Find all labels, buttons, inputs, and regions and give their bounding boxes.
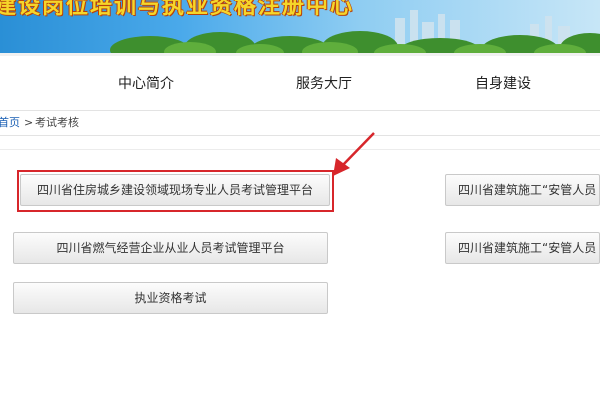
platform-button-safety-manager-1[interactable]: 四川省建筑施工“安管人员 [445, 174, 600, 206]
breadcrumb-separator: > [24, 116, 34, 129]
platform-button-gas-staff-exam[interactable]: 四川省燃气经营企业从业人员考试管理平台 [13, 232, 328, 264]
platform-button-safety-manager-2[interactable]: 四川省建筑施工“安管人员 [445, 232, 600, 264]
banner-title: 建设岗位培训与执业资格注册中心 [0, 0, 355, 19]
nav-item-service-hall[interactable]: 服务大厅 [296, 73, 352, 93]
platform-button-qualification-exam[interactable]: 执业资格考试 [13, 282, 328, 314]
header-banner: 建设岗位培训与执业资格注册中心 [0, 0, 600, 56]
highlight-annotation-box [17, 170, 334, 212]
breadcrumb-home-link[interactable]: 首页 [0, 111, 20, 135]
nav-item-about[interactable]: 中心简介 [118, 73, 174, 93]
main-nav: 中心简介 服务大厅 自身建设 [0, 56, 600, 108]
breadcrumb-current: 考试考核 [35, 116, 79, 129]
divider [0, 149, 600, 150]
breadcrumb: 首页 > 考试考核 [0, 110, 600, 136]
nav-item-self-building[interactable]: 自身建设 [475, 73, 531, 93]
